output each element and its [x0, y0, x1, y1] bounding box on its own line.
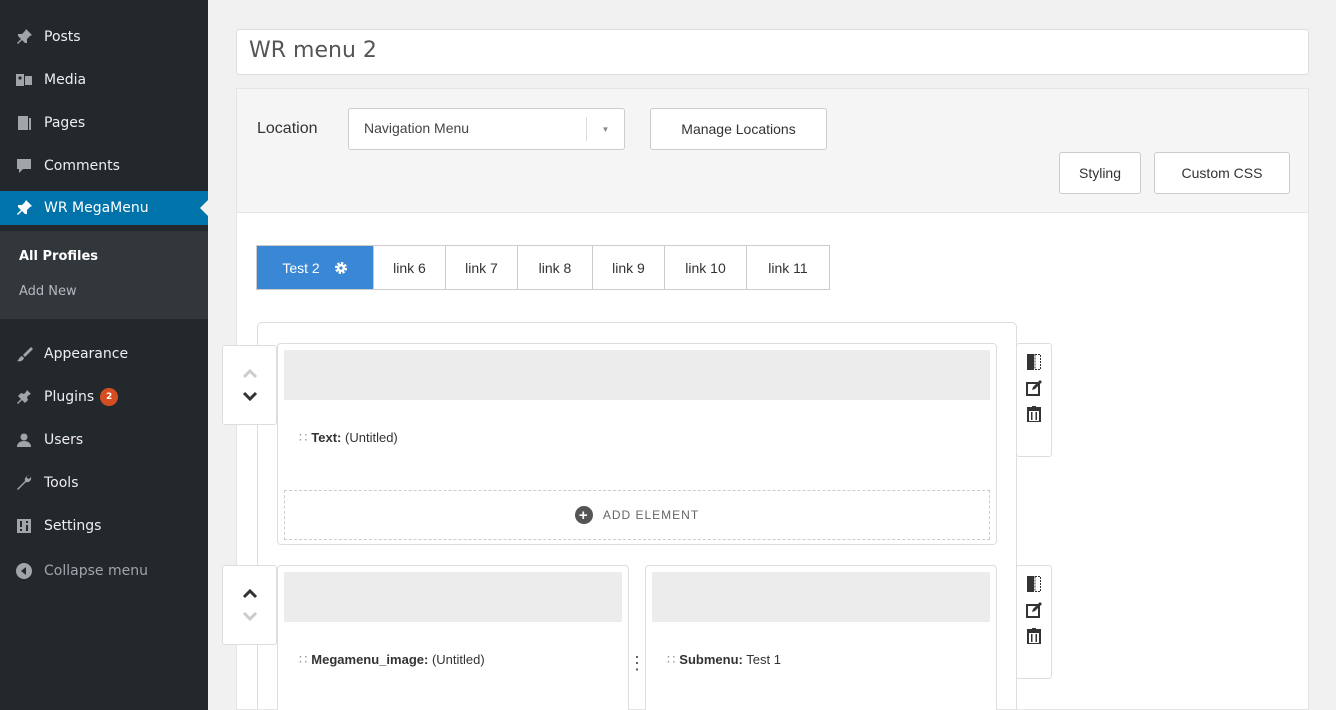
edit-icon[interactable]: [1026, 380, 1042, 396]
location-toolbar: Location Navigation Menu ▼ Manage Locati…: [237, 89, 1308, 213]
row-2-move-controls: [222, 565, 277, 645]
drag-handle-icon[interactable]: ∷: [299, 652, 307, 667]
brush-icon: [14, 345, 34, 363]
tab-link-7[interactable]: link 7: [445, 246, 517, 289]
tab-link-9[interactable]: link 9: [592, 246, 664, 289]
media-icon: [14, 71, 34, 89]
chevron-down-icon[interactable]: [242, 611, 258, 621]
sidebar-item-label: Comments: [44, 158, 120, 174]
custom-css-button[interactable]: Custom CSS: [1154, 152, 1290, 194]
manage-locations-button[interactable]: Manage Locations: [650, 108, 827, 150]
sidebar-item-media[interactable]: Media: [0, 63, 208, 97]
row-2-tools: [1016, 565, 1052, 679]
sidebar-item-label: Collapse menu: [44, 563, 148, 579]
collapse-menu-button[interactable]: Collapse menu: [0, 554, 208, 588]
sidebar-item-label: Posts: [44, 29, 81, 45]
sidebar-item-label: Appearance: [44, 346, 129, 362]
drag-handle-icon[interactable]: ∷: [667, 652, 675, 667]
sidebar-item-plugins[interactable]: Plugins 2: [0, 380, 208, 414]
sidebar-item-label: Settings: [44, 518, 102, 534]
settings-icon: [14, 517, 34, 535]
wrench-icon: [14, 474, 34, 492]
sidebar-item-comments[interactable]: Comments: [0, 149, 208, 183]
trash-icon[interactable]: [1026, 628, 1042, 644]
sidebar-item-label: Plugins: [44, 389, 95, 405]
element-item[interactable]: ∷ Megamenu_image: (Untitled): [299, 652, 485, 668]
tab-link-10[interactable]: link 10: [664, 246, 746, 289]
admin-sidebar: Posts Media Pages Comments WR MegaMenu A…: [0, 0, 208, 710]
drag-handle-icon[interactable]: ∷: [299, 430, 307, 445]
tab-link-11[interactable]: link 11: [746, 246, 829, 289]
split-column-icon[interactable]: [1027, 354, 1041, 370]
element-type: Text:: [311, 430, 342, 445]
pin-icon: [14, 199, 34, 217]
column-resize-handle-icon[interactable]: ⋮: [628, 654, 646, 672]
add-element-label: ADD ELEMENT: [602, 508, 700, 522]
element-name: Test 1: [746, 652, 781, 667]
sidebar-item-settings[interactable]: Settings: [0, 509, 208, 543]
location-label: Location: [257, 120, 318, 137]
submenu-all-profiles[interactable]: All Profiles: [19, 249, 98, 264]
tab-link-8[interactable]: link 8: [517, 246, 592, 289]
element-name: (Untitled): [345, 430, 398, 445]
sidebar-item-label: Media: [44, 72, 87, 88]
sidebar-item-users[interactable]: Users: [0, 423, 208, 457]
sidebar-item-label: Tools: [44, 475, 79, 491]
pin-icon: [14, 28, 34, 46]
split-column-icon[interactable]: [1027, 576, 1041, 592]
sidebar-item-tools[interactable]: Tools: [0, 466, 208, 500]
tab-test-2[interactable]: Test 2: [257, 246, 373, 289]
element-name: (Untitled): [431, 652, 485, 667]
megamenu-submenu: All Profiles Add New: [0, 231, 208, 319]
row-1-column-1: ∷ Text: (Untitled) + ADD ELEMENT: [277, 343, 997, 545]
location-select[interactable]: Navigation Menu ▼: [348, 108, 625, 150]
comment-icon: [14, 157, 34, 175]
menu-editor-panel: Location Navigation Menu ▼ Manage Locati…: [222, 88, 1309, 710]
column-header[interactable]: [284, 572, 622, 622]
sidebar-item-appearance[interactable]: Appearance: [0, 337, 208, 371]
element-item[interactable]: ∷ Submenu: Test 1: [667, 652, 781, 668]
row-2-column-2: ∷ Submenu: Test 1: [645, 565, 997, 710]
tab-label: Test 2: [282, 259, 320, 276]
location-select-value: Navigation Menu: [364, 120, 470, 136]
chevron-down-icon[interactable]: [242, 391, 258, 401]
menu-item-tabs: Test 2 link 6 link 7 link 8 link 9 link …: [256, 245, 830, 290]
element-type: Megamenu_image:: [311, 652, 429, 667]
sidebar-item-posts[interactable]: Posts: [0, 20, 208, 54]
chevron-up-icon[interactable]: [242, 369, 258, 379]
sidebar-item-label: Pages: [44, 115, 86, 131]
element-type: Submenu:: [679, 652, 743, 667]
caret-down-icon: ▼: [586, 117, 624, 141]
active-arrow: [200, 200, 208, 216]
sidebar-item-pages[interactable]: Pages: [0, 106, 208, 140]
sidebar-item-label: WR MegaMenu: [44, 200, 149, 216]
sidebar-item-wr-megamenu[interactable]: WR MegaMenu: [0, 191, 208, 225]
element-item[interactable]: ∷ Text: (Untitled): [299, 430, 398, 446]
sidebar-item-label: Users: [44, 432, 84, 448]
row-1-move-controls: [222, 345, 277, 425]
styling-button[interactable]: Styling: [1059, 152, 1141, 194]
trash-icon[interactable]: [1026, 406, 1042, 422]
row-1-tools: [1016, 343, 1052, 457]
chevron-up-icon[interactable]: [242, 589, 258, 599]
column-header[interactable]: [284, 350, 990, 400]
row-2-column-1: ∷ Megamenu_image: (Untitled): [277, 565, 629, 710]
add-element-button[interactable]: + ADD ELEMENT: [284, 490, 990, 540]
tab-link-6[interactable]: link 6: [373, 246, 445, 289]
user-icon: [14, 431, 34, 449]
edit-icon[interactable]: [1026, 602, 1042, 618]
pages-icon: [14, 114, 34, 132]
submenu-add-new[interactable]: Add New: [19, 284, 77, 299]
plus-circle-icon: +: [574, 506, 593, 524]
collapse-icon: [14, 563, 34, 579]
plugin-icon: [14, 388, 34, 406]
menu-title-input[interactable]: WR menu 2: [236, 29, 1309, 75]
column-header[interactable]: [652, 572, 990, 622]
plugins-update-badge: 2: [100, 388, 119, 406]
gear-icon[interactable]: [334, 261, 348, 275]
